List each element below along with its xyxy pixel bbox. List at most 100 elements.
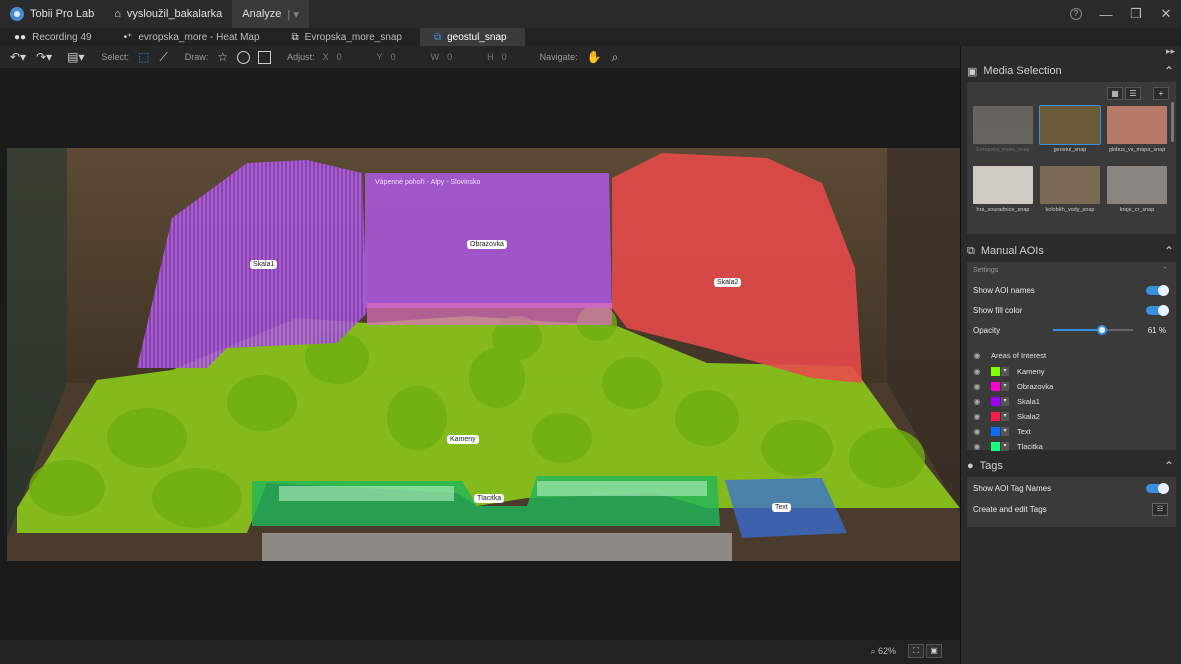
- aoi-label-text: Text: [772, 503, 791, 512]
- h-value[interactable]: 0: [498, 52, 538, 62]
- show-fill-color-toggle[interactable]: [1146, 304, 1169, 316]
- chevron-down-icon[interactable]: ▾: [1001, 367, 1009, 376]
- fit-screen-icon[interactable]: ⛶: [908, 644, 924, 658]
- eye-icon[interactable]: ◉: [967, 412, 987, 421]
- aoi-color-swatch[interactable]: [991, 367, 1000, 376]
- eye-icon[interactable]: ◉: [967, 427, 987, 436]
- y-label: Y: [376, 52, 383, 62]
- media-selection-header[interactable]: ▣ Media Selection ⌃: [961, 60, 1181, 82]
- edit-tags-icon[interactable]: ☷: [1152, 502, 1168, 516]
- list-view-icon[interactable]: ☰: [1125, 87, 1141, 100]
- chevron-up-icon[interactable]: ⌃: [1164, 459, 1174, 473]
- manual-aois-title: Manual AOIs: [980, 245, 1044, 257]
- chevron-down-icon[interactable]: ▾: [1001, 427, 1009, 436]
- minimize-button[interactable]: —: [1091, 7, 1121, 22]
- settings-subheader[interactable]: Settings ⌃: [967, 263, 1176, 277]
- tags-header[interactable]: ● Tags ⌃: [961, 455, 1181, 477]
- app-menu[interactable]: Tobii Pro Lab: [0, 0, 104, 28]
- thumb-image: [1107, 166, 1167, 204]
- vertex-select-icon[interactable]: ⟋: [154, 50, 172, 65]
- chevron-down-icon[interactable]: ▾: [1001, 412, 1009, 421]
- home-icon: ⌂: [114, 8, 121, 20]
- manual-aois-header[interactable]: ⧉ Manual AOIs ⌃: [961, 240, 1181, 262]
- aoi-list-item[interactable]: ◉ ▾ Tlacitka: [967, 439, 1176, 454]
- media-thumb[interactable]: Evropska_more_snap: [973, 106, 1033, 156]
- tab-heatmap[interactable]: •⁺ evropska_more - Heat Map: [110, 28, 278, 46]
- aoi-list-item[interactable]: ◉ ▾ Text: [967, 424, 1176, 439]
- media-thumb[interactable]: koloběh_vody_snap: [1040, 166, 1100, 216]
- close-button[interactable]: ✕: [1151, 6, 1181, 22]
- opacity-slider[interactable]: [1053, 325, 1133, 335]
- media-thumb[interactable]: geostul_snap: [1039, 105, 1101, 156]
- maximize-button[interactable]: ❐: [1121, 6, 1151, 22]
- show-aoi-names-toggle[interactable]: [1146, 284, 1169, 296]
- tab-label: evropska_more - Heat Map: [138, 31, 260, 43]
- chevron-down-icon[interactable]: ▾: [1001, 442, 1009, 451]
- x-label: X: [322, 52, 329, 62]
- opacity-slider-knob[interactable]: [1096, 325, 1107, 335]
- eye-icon[interactable]: ◉: [967, 351, 987, 360]
- aoi-color-swatch[interactable]: [991, 442, 1000, 451]
- media-thumb[interactable]: kraje_cr_snap: [1107, 166, 1167, 216]
- grid-view-icon[interactable]: ▦: [1107, 87, 1123, 100]
- zoom-search-icon[interactable]: ⌕: [607, 50, 624, 65]
- ellipse-icon[interactable]: [237, 50, 251, 64]
- create-edit-tags-row: Create and edit Tags ☷: [967, 499, 1176, 519]
- media-scrollbar[interactable]: [1171, 102, 1174, 142]
- create-edit-tags-label: Create and edit Tags: [973, 504, 1047, 514]
- aoi-color-swatch[interactable]: [991, 427, 1000, 436]
- media-thumb[interactable]: hra_souradnice_snap: [973, 166, 1033, 216]
- aoi-color-swatch[interactable]: [991, 382, 1000, 391]
- heatmap-icon: •⁺: [123, 31, 133, 43]
- aoi-list-item[interactable]: ◉ ▾ Kameny: [967, 364, 1176, 379]
- mode-selector[interactable]: Analyze | ▾: [232, 0, 309, 28]
- aoi-list-item[interactable]: ◉ ▾ Skala1: [967, 394, 1176, 409]
- tab-evropska-snap[interactable]: ⧉ Evropska_more_snap: [278, 28, 420, 46]
- x-value[interactable]: 0: [333, 52, 373, 62]
- redo-icon[interactable]: ↷▾: [31, 50, 57, 64]
- tab-recording[interactable]: ●● Recording 49: [0, 28, 110, 46]
- y-value[interactable]: 0: [387, 52, 427, 62]
- eye-icon[interactable]: ◉: [967, 382, 987, 391]
- chevron-down-icon[interactable]: ▾: [1001, 382, 1009, 391]
- thumb-image: [1107, 106, 1167, 144]
- show-fill-color-label: Show fill color: [973, 305, 1023, 315]
- chevron-up-icon[interactable]: ⌃: [1164, 64, 1174, 78]
- aoi-name: Kameny: [1017, 367, 1045, 376]
- collapse-panel-icon[interactable]: ▸▸: [1166, 46, 1175, 57]
- tab-geostul-snap[interactable]: ⧉ geostul_snap: [419, 28, 525, 46]
- document-tabs: ●● Recording 49 •⁺ evropska_more - Heat …: [0, 28, 1181, 46]
- aoi-label-skala1: Skala1: [250, 260, 278, 269]
- media-thumb[interactable]: globus_vs_mapa_snap: [1107, 106, 1167, 156]
- app-name: Tobii Pro Lab: [30, 8, 95, 20]
- snapshot-image[interactable]: Vápenné pohoří - Alpy - Slovinsko Skala1…: [7, 148, 960, 561]
- polygon-icon[interactable]: ☆: [212, 50, 233, 64]
- undo-icon[interactable]: ↶▾: [0, 50, 31, 64]
- eye-icon[interactable]: ◉: [967, 397, 987, 406]
- add-media-icon[interactable]: +: [1153, 87, 1169, 100]
- aoi-list-item[interactable]: ◉ ▾ Skala2: [967, 409, 1176, 424]
- help-icon[interactable]: ?: [1070, 8, 1082, 20]
- opacity-slider-fill: [1053, 329, 1102, 331]
- clipboard-icon[interactable]: ▤▾: [57, 50, 89, 64]
- w-value[interactable]: 0: [443, 52, 483, 62]
- tab-label: geostul_snap: [447, 31, 507, 43]
- actual-size-icon[interactable]: ▣: [926, 644, 942, 658]
- pan-hand-icon[interactable]: ✋: [582, 50, 607, 64]
- eye-icon[interactable]: ◉: [967, 367, 987, 376]
- eye-icon[interactable]: ◉: [967, 442, 987, 451]
- aoi-color-swatch[interactable]: [991, 397, 1000, 406]
- chevron-up-icon[interactable]: ⌃: [1164, 244, 1174, 258]
- snapshot-canvas[interactable]: Vápenné pohoří - Alpy - Slovinsko Skala1…: [0, 68, 960, 640]
- aoi-color-swatch[interactable]: [991, 412, 1000, 421]
- chevron-down-icon[interactable]: ▾: [1001, 397, 1009, 406]
- right-panel: ▸▸ ▣ Media Selection ⌃ ▦ ☰ + Evropska_mo…: [960, 46, 1181, 664]
- show-tag-names-toggle[interactable]: [1146, 482, 1169, 494]
- thumb-caption: hra_souradnice_snap: [976, 207, 1030, 213]
- rectangle-icon[interactable]: [258, 50, 272, 64]
- select-cursor-icon[interactable]: ⬚: [133, 50, 154, 64]
- thumb-caption: Evropska_more_snap: [976, 147, 1030, 153]
- aoi-list-item[interactable]: ◉ ▾ Obrazovka: [967, 379, 1176, 394]
- project-button[interactable]: ⌂ vysloužil_bakalarka: [104, 0, 232, 28]
- chevron-up-icon[interactable]: ⌃: [1162, 266, 1168, 274]
